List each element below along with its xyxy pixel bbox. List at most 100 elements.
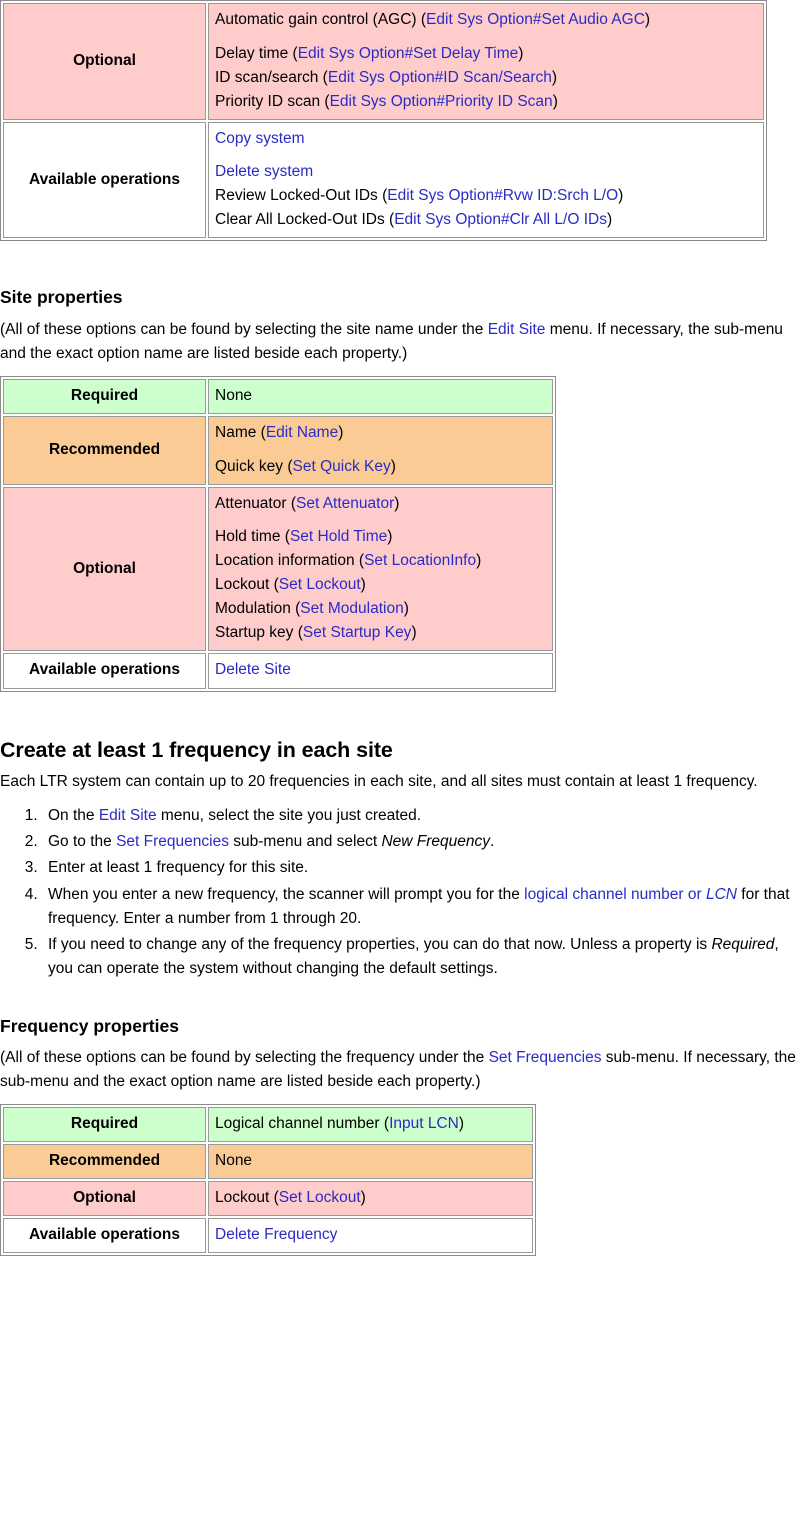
list-item: On the Edit Site menu, select the site y…: [42, 804, 798, 828]
list-item: If you need to change any of the frequen…: [42, 933, 798, 981]
create-frequency-intro: Each LTR system can contain up to 20 fre…: [0, 773, 758, 791]
menu-path-link[interactable]: Edit Sys Option#Rvw ID:Srch L/O: [387, 187, 618, 204]
table-row: Optional Lockout (Set Lockout): [3, 1181, 533, 1217]
list-item: Go to the Set Frequencies sub-menu and s…: [42, 830, 798, 854]
property-value-cell: Attenuator (Set Attenuator) Hold time (Se…: [208, 486, 553, 652]
property-text-tail: ): [360, 576, 366, 594]
property-value-cell: Lockout (Set Lockout): [208, 1181, 533, 1217]
edit-site-link[interactable]: Edit Site: [488, 321, 546, 338]
site-properties-table: Required None Recommended Name (Edit Name) Q…: [0, 376, 556, 692]
frequency-properties-intro: (All of these options can be found by se…: [0, 1046, 798, 1094]
table-row: Available operations Delete Site: [3, 653, 553, 689]
property-line: Clear All Locked-Out IDs (Edit Sys Optio…: [215, 208, 757, 232]
property-text: Name (: [215, 424, 266, 442]
menu-path-link[interactable]: Edit Sys Option#ID Scan/Search: [328, 69, 552, 86]
menu-path-link[interactable]: Edit Sys Option#Set Audio AGC: [426, 11, 645, 28]
menu-path-link[interactable]: Set Startup Key: [303, 624, 412, 641]
property-text: Clear All Locked-Out IDs (: [215, 211, 395, 229]
menu-path-link[interactable]: Set Lockout: [279, 1189, 361, 1206]
property-text-tail: ): [360, 1189, 366, 1207]
property-line: Delete Frequency: [215, 1223, 526, 1247]
property-text-tail: ): [644, 11, 651, 28]
property-text-tail: ): [476, 552, 482, 570]
property-text-tail: ): [390, 457, 396, 475]
inline-link[interactable]: logical channel number or: [524, 886, 706, 903]
property-text: Startup key (: [215, 624, 303, 642]
menu-path-link[interactable]: Delete system: [215, 163, 313, 180]
freq-table-body: Required Logical channel number (Input LC…: [3, 1107, 533, 1254]
menu-path-link[interactable]: Edit Sys Option#Set Delay Time: [298, 45, 519, 62]
menu-path-link[interactable]: Set Attenuator: [296, 495, 394, 512]
emphasis-text: New Frequency: [381, 833, 491, 851]
step-text: On the: [48, 807, 99, 825]
property-line: Review Locked-Out IDs (Edit Sys Option#R…: [215, 184, 757, 208]
property-value-cell: Logical channel number (Input LCN): [208, 1107, 533, 1143]
property-line: Startup key (Set Startup Key): [215, 621, 546, 645]
property-text-tail: ): [458, 1115, 465, 1133]
property-text: Delay time (: [215, 44, 298, 62]
property-line: Hold time (Set Hold Time): [215, 525, 546, 549]
property-text: Review Locked-Out IDs (: [215, 187, 388, 205]
property-text-tail: ): [552, 92, 558, 110]
system-table-body: Optional Automatic gain control (AGC) (Ed…: [3, 3, 764, 239]
table-row: Required None: [3, 379, 553, 415]
menu-path-link[interactable]: Edit Sys Option#Priority ID Scan: [330, 93, 553, 110]
property-text: Lockout (: [215, 576, 279, 594]
menu-path-link[interactable]: Copy system: [215, 130, 305, 147]
property-text-tail: ): [518, 44, 524, 62]
property-category-label: Required: [3, 379, 206, 415]
property-text: None: [215, 387, 253, 405]
property-text-tail: ): [387, 528, 393, 546]
property-line: None: [215, 384, 546, 408]
site-table-body: Required None Recommended Name (Edit Name) Q…: [3, 379, 553, 689]
step-text: Go to the: [48, 833, 117, 851]
create-frequency-heading: Create at least 1 frequency in each site: [0, 737, 393, 762]
property-category-label: Optional: [3, 1181, 206, 1217]
property-text-tail: ): [394, 494, 400, 512]
property-category-label: Available operations: [3, 653, 206, 689]
property-line: Lockout (Set Lockout): [215, 573, 546, 597]
property-line: Delete Site: [215, 658, 546, 682]
property-category-label: Recommended: [3, 416, 206, 485]
table-row: Available operations Delete Frequency: [3, 1218, 533, 1254]
property-text: Location information (: [215, 552, 365, 570]
property-value-cell: None: [208, 1144, 533, 1180]
property-value-cell: None: [208, 379, 553, 415]
menu-path-link[interactable]: Set Hold Time: [290, 528, 387, 545]
property-category-label: Recommended: [3, 1144, 206, 1180]
menu-path-link[interactable]: Set LocationInfo: [364, 552, 476, 569]
set-frequencies-link[interactable]: Set Frequencies: [489, 1049, 602, 1066]
menu-path-link[interactable]: Input LCN: [389, 1115, 459, 1132]
menu-path-link[interactable]: Set Lockout: [279, 576, 361, 593]
step-text: Enter at least 1 frequency for this site…: [48, 859, 309, 877]
step-text: sub-menu and select: [228, 833, 382, 851]
property-line: Location information (Set LocationInfo): [215, 549, 546, 573]
menu-path-link[interactable]: Edit Sys Option#Clr All L/O IDs: [394, 211, 607, 228]
list-item: When you enter a new frequency, the scan…: [42, 883, 798, 931]
property-text: Priority ID scan (: [215, 92, 330, 110]
menu-path-link[interactable]: Edit Name: [266, 424, 338, 441]
create-frequency-steps: On the Edit Site menu, select the site y…: [0, 804, 798, 980]
menu-path-link[interactable]: Set Quick Key: [293, 458, 391, 475]
menu-path-link[interactable]: Delete Site: [215, 661, 291, 678]
property-value-cell: Delete Frequency: [208, 1218, 533, 1254]
property-line: Modulation (Set Modulation): [215, 597, 546, 621]
property-text-tail: ): [551, 68, 558, 86]
property-text: None: [215, 1152, 253, 1170]
property-text: Lockout (: [215, 1189, 279, 1207]
wiki-article-page: Optional Automatic gain control (AGC) (Ed…: [0, 0, 798, 1270]
property-line: Automatic gain control (AGC) (Edit Sys O…: [215, 8, 757, 32]
step-text: .: [490, 833, 495, 851]
menu-path-link[interactable]: Set Modulation: [300, 600, 403, 617]
frequency-properties-heading: Frequency properties: [0, 1015, 179, 1036]
inline-link-italic[interactable]: LCN: [706, 886, 737, 903]
property-line: Logical channel number (Input LCN): [215, 1112, 526, 1136]
inline-link[interactable]: Set Frequencies: [116, 833, 229, 850]
property-category-label: Optional: [3, 3, 206, 120]
inline-link[interactable]: Edit Site: [99, 807, 157, 824]
property-text: Automatic gain control (AGC) (: [215, 11, 427, 28]
property-line: None: [215, 1149, 526, 1173]
menu-path-link[interactable]: Delete Frequency: [215, 1226, 337, 1243]
property-value-cell: Name (Edit Name) Quick key (Set Quick Key…: [208, 416, 553, 485]
